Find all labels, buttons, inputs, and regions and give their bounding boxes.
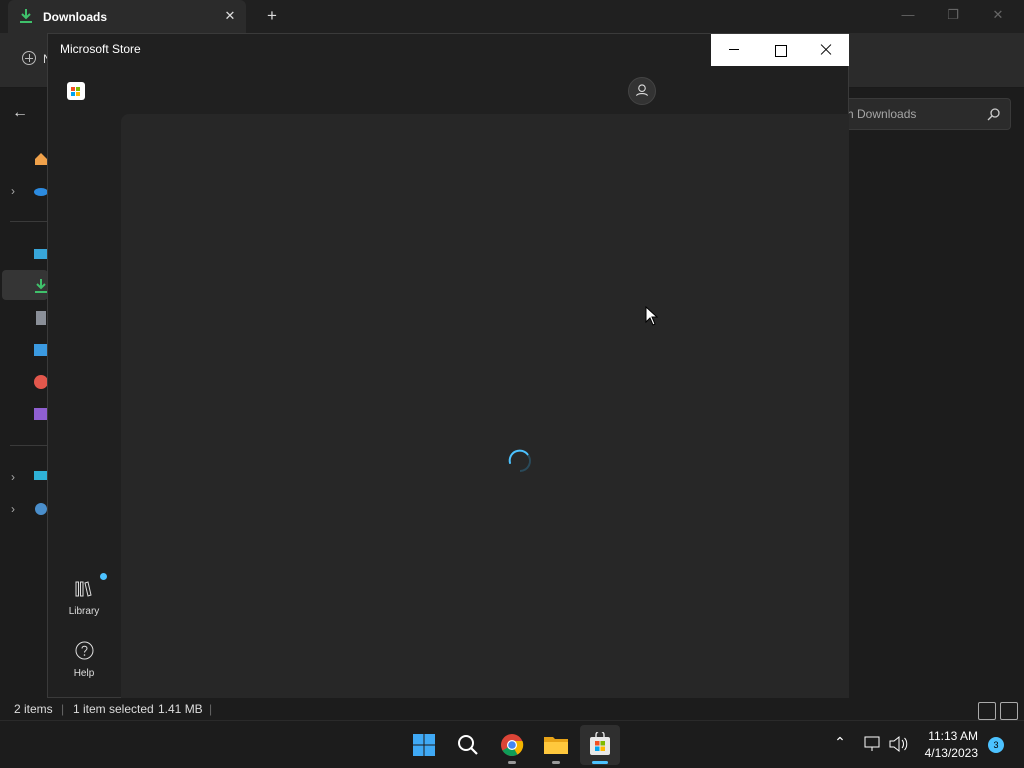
tab-downloads[interactable]: Downloads ✕ [8, 0, 246, 33]
home-icon[interactable] [34, 152, 48, 166]
chevron-right-icon[interactable]: › [11, 184, 15, 198]
back-arrow-icon[interactable]: ← [12, 105, 30, 121]
loading-spinner-icon [508, 449, 531, 472]
taskbar: ⌃ 11:13 AM 4/13/2023 3 [0, 720, 1024, 768]
search-placeholder: h Downloads [847, 107, 917, 121]
documents-icon[interactable] [34, 311, 48, 325]
chevron-up-icon[interactable]: ⌃ [832, 734, 848, 750]
network-icon[interactable] [34, 502, 48, 516]
volume-icon[interactable] [888, 735, 908, 753]
search-icon [458, 735, 478, 755]
store-close-button[interactable] [803, 34, 849, 66]
sidebar-item-help[interactable]: Help [58, 636, 110, 686]
status-divider: | [61, 702, 65, 716]
help-icon [75, 641, 94, 660]
explorer-status-bar: 2 items | 1 item selected 1.41 MB | [0, 698, 1024, 720]
new-tab-button[interactable]: + [262, 6, 282, 26]
taskbar-app-microsoft-store[interactable] [580, 725, 620, 765]
store-content-pane [121, 114, 849, 698]
explorer-navigation-pane: › › › [0, 138, 48, 698]
store-logo-icon [67, 82, 85, 100]
sidebar-item-label: Library [68, 606, 100, 617]
clock-date[interactable]: 4/13/2023 [916, 746, 978, 760]
details-view-icon[interactable] [978, 702, 996, 720]
chrome-icon [501, 734, 524, 756]
downloads-icon[interactable] [34, 279, 48, 293]
microsoft-store-window: Microsoft Store Library Help [47, 33, 849, 698]
new-item-icon[interactable] [22, 51, 36, 65]
status-size: 1.41 MB [158, 702, 203, 716]
taskbar-app-chrome[interactable] [492, 725, 532, 765]
mouse-cursor-icon [645, 306, 659, 326]
store-minimize-button[interactable] [711, 34, 757, 66]
notification-badge[interactable]: 3 [988, 737, 1004, 753]
nav-divider [10, 221, 48, 222]
store-icon [590, 732, 610, 755]
nav-divider [10, 445, 48, 446]
sidebar-item-label: Help [73, 668, 95, 679]
pictures-icon[interactable] [34, 343, 48, 357]
explorer-minimize-button[interactable]: — [893, 4, 923, 26]
taskbar-app-file-explorer[interactable] [536, 725, 576, 765]
explorer-search-input[interactable]: h Downloads [840, 98, 1011, 130]
tiles-view-icon[interactable] [1000, 702, 1018, 720]
library-badge-dot [100, 573, 107, 580]
running-indicator [508, 761, 516, 764]
active-indicator [592, 761, 608, 764]
tab-close-button[interactable]: ✕ [220, 6, 240, 26]
status-item-count: 2 items [14, 702, 53, 716]
music-icon[interactable] [34, 375, 48, 389]
taskbar-search-button[interactable] [448, 725, 488, 765]
library-icon [75, 581, 92, 597]
tab-title: Downloads [43, 10, 108, 24]
windows-start-icon [413, 734, 435, 756]
clock-time[interactable]: 11:13 AM [916, 729, 978, 743]
store-window-title: Microsoft Store [60, 42, 141, 56]
this-pc-icon[interactable] [34, 470, 48, 484]
sidebar-item-library[interactable]: Library [58, 574, 110, 624]
status-selected: 1 item selected [73, 702, 154, 716]
store-window-controls [711, 34, 849, 66]
store-maximize-button[interactable] [757, 34, 803, 66]
folder-icon [544, 737, 568, 754]
search-icon[interactable] [987, 107, 1001, 121]
account-avatar-icon[interactable] [628, 77, 656, 105]
videos-icon[interactable] [34, 407, 48, 421]
chevron-right-icon[interactable]: › [11, 502, 15, 516]
status-divider: | [209, 702, 213, 716]
explorer-close-button[interactable]: ✕ [983, 4, 1013, 26]
network-icon[interactable] [864, 736, 882, 752]
desktop-icon[interactable] [34, 247, 48, 261]
onedrive-icon[interactable] [34, 184, 48, 198]
explorer-restore-button[interactable]: ❐ [938, 4, 968, 26]
chevron-right-icon[interactable]: › [11, 470, 15, 484]
download-icon [20, 9, 32, 23]
running-indicator [552, 761, 560, 764]
explorer-tab-bar: Downloads ✕ + — ❐ ✕ [0, 0, 1024, 33]
start-button[interactable] [404, 725, 444, 765]
